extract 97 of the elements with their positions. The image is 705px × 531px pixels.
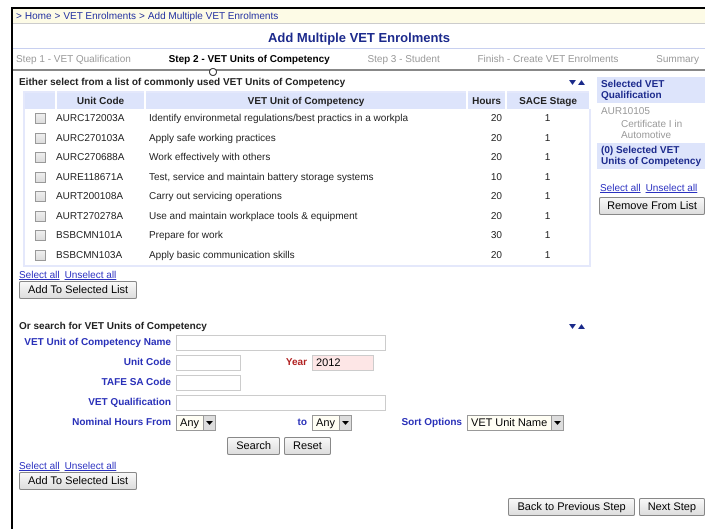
field-label: Unit Code	[122, 356, 171, 368]
table-cell: Apply basic communication skills	[145, 246, 467, 266]
table-cell: 1	[506, 168, 590, 187]
table-cell-text: 20	[490, 210, 503, 224]
column-header: SACE Stage	[506, 92, 590, 109]
select-all-link[interactable]: Select all	[19, 461, 60, 472]
table-cell-text: 20	[490, 190, 503, 204]
table-cell: 1	[506, 128, 590, 148]
dropdown[interactable]: Any	[176, 415, 216, 431]
unselect-all-link[interactable]: Unselect all	[646, 183, 698, 194]
field-label: Sort Options	[400, 416, 462, 428]
checkbox[interactable]	[35, 152, 46, 164]
table-cell-text: 30	[490, 229, 503, 244]
field-label: Nominal Hours From	[71, 416, 171, 428]
wizard-step: Summary	[656, 54, 699, 65]
field-label: TAFE SA Code	[100, 376, 171, 388]
breadcrumb-separator: >	[54, 10, 60, 22]
breadcrumb-link[interactable]: Add Multiple VET Enrolments	[148, 10, 278, 22]
table-cell: 1	[506, 187, 590, 206]
collapse-icon[interactable]	[569, 323, 585, 330]
wizard-step: Step 1 - VET Qualification	[16, 54, 131, 65]
table-cell: 1	[506, 109, 590, 128]
dropdown[interactable]: Any	[312, 415, 352, 431]
form-button[interactable]: Reset	[284, 437, 331, 455]
field-label: VET Qualification	[87, 396, 171, 408]
page-title: Add Multiple VET Enrolments	[13, 24, 705, 49]
checkbox[interactable]	[35, 113, 46, 124]
column-header: Unit Code	[56, 92, 145, 109]
table-cell-text: BSBCMN101A	[56, 229, 124, 244]
table-cell-text: 20	[490, 151, 503, 166]
checkbox[interactable]	[35, 172, 46, 183]
table-cell: 1	[506, 246, 590, 266]
wizard-step: Step 3 - Student	[367, 54, 440, 65]
table-cell-text: Test, service and maintain battery storage systems	[148, 170, 375, 185]
remove-from-list-button[interactable]: Remove From List	[599, 197, 705, 215]
sidebar-heading: (0) Selected VET Units of Competency	[597, 143, 705, 169]
column-header: VET Unit of Competency	[145, 92, 467, 109]
table-cell-text: AURT270278A	[56, 210, 124, 224]
table-cell-text: AURT200108A	[56, 190, 124, 204]
add-to-selected-list-button[interactable]: Add To Selected List	[19, 472, 138, 490]
table-cell-text: Use and maintain workplace tools & equipment	[148, 210, 358, 224]
nav-button[interactable]: Back to Previous Step	[508, 498, 635, 516]
checkbox[interactable]	[35, 132, 46, 144]
checkbox[interactable]	[35, 250, 46, 261]
dropdown-arrow-icon	[342, 421, 349, 425]
table-cell: Identify environmetal regulations/best practics in a workpla	[145, 109, 467, 128]
step-marker-icon	[208, 68, 217, 76]
sidebar-heading: Selected VET Qualification	[597, 77, 705, 103]
input-field[interactable]	[176, 355, 241, 371]
checkbox[interactable]	[35, 191, 46, 202]
dropdown-arrow-icon	[554, 421, 562, 425]
breadcrumb-link[interactable]: VET Enrolments	[63, 10, 136, 22]
table-cell: 20	[467, 109, 506, 128]
table-cell: 20	[467, 246, 506, 266]
field-label: to	[296, 416, 307, 428]
table-cell-text: Carry out servicing operations	[148, 190, 283, 204]
breadcrumb-separator: >	[16, 10, 22, 22]
table-cell-text: 20	[490, 132, 503, 146]
unselect-all-link[interactable]: Unselect all	[64, 461, 116, 472]
table-cell: AURC172003A	[56, 109, 145, 128]
table-cell-text: AURE118671A	[56, 170, 124, 185]
dropdown-arrow-icon	[206, 421, 213, 425]
table-cell: 1	[506, 206, 590, 226]
input-field[interactable]	[176, 375, 241, 391]
table-cell-text: Work effectively with others	[148, 151, 272, 166]
section-heading: Or search for VET Units of Competency	[19, 321, 207, 332]
collapse-icon[interactable]	[569, 79, 585, 86]
table-cell-text: AURC270688A	[56, 151, 126, 166]
dropdown[interactable]: VET Unit Name	[467, 415, 564, 431]
table-cell-text: Apply safe working practices	[148, 132, 277, 146]
checkbox[interactable]	[35, 210, 46, 222]
unselect-all-link[interactable]: Unselect all	[64, 270, 116, 281]
select-all-link[interactable]: Select all	[600, 183, 641, 194]
column-header: Hours	[467, 92, 506, 109]
table-cell: 1	[506, 148, 590, 168]
breadcrumb-separator: >	[139, 10, 145, 22]
select-all-link[interactable]: Select all	[19, 270, 60, 281]
breadcrumb-link[interactable]: Home	[24, 10, 52, 22]
wizard-step: Step 2 - VET Units of Competency	[168, 54, 330, 65]
nav-button[interactable]: Next Step	[638, 498, 705, 516]
input-field[interactable]: 2012	[312, 355, 374, 371]
table-cell-text: 10	[490, 170, 503, 185]
wizard-step: Finish - Create VET Enrolments	[477, 54, 618, 65]
input-field[interactable]	[176, 335, 386, 351]
input-field[interactable]	[176, 395, 386, 411]
table-cell-text: Prepare for work	[148, 229, 224, 244]
section-heading: Either select from a list of commonly used VET Units of Competency	[19, 77, 346, 88]
qualification-code: AUR10105	[600, 105, 651, 119]
table-cell-text: AURC270103A	[56, 132, 126, 146]
table-cell: 1	[506, 226, 590, 246]
field-label: Year	[284, 356, 307, 368]
table-cell: BSBCMN103A	[56, 246, 145, 266]
field-label: VET Unit of Competency Name	[23, 336, 171, 348]
qualification-name: Certificate I in Automotive	[620, 119, 684, 143]
add-to-selected-list-button[interactable]: Add To Selected List	[19, 281, 138, 299]
checkbox[interactable]	[35, 230, 46, 242]
form-button[interactable]: Search	[227, 437, 280, 455]
